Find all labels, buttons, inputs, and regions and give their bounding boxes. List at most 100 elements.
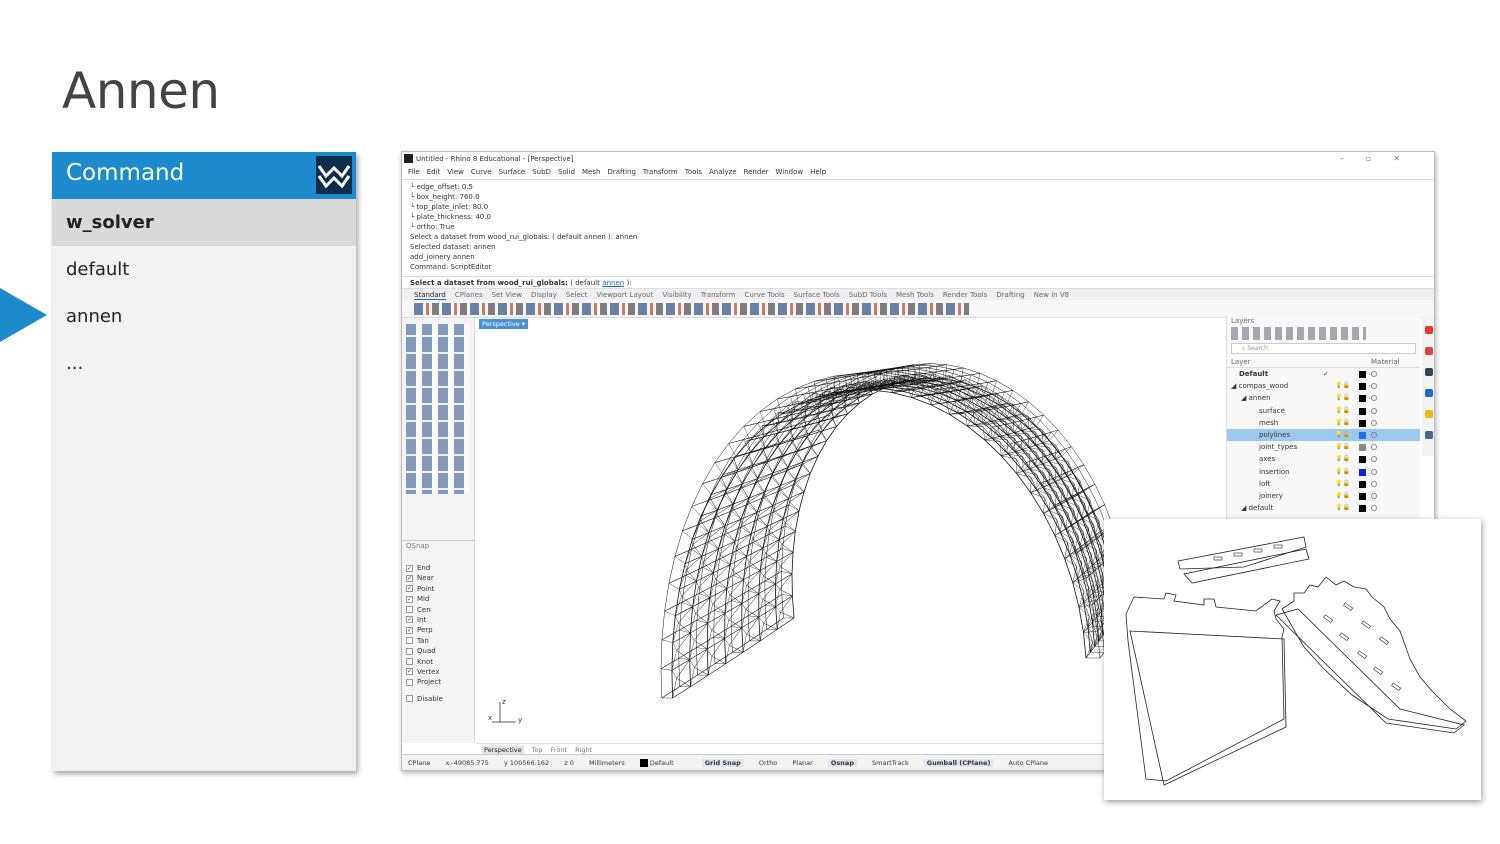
- layer-material-icon[interactable]: [1371, 480, 1377, 487]
- command-prompt[interactable]: Select a dataset from wood_rui_globals: …: [402, 276, 1434, 288]
- layer-color-swatch[interactable]: [1359, 395, 1366, 403]
- status-smarttrack[interactable]: SmartTrack: [872, 759, 909, 767]
- toolbar-tab-set-view[interactable]: Set View: [492, 291, 522, 299]
- osnap-checkbox[interactable]: ✓: [406, 585, 413, 593]
- layer-material-icon[interactable]: [1371, 431, 1377, 438]
- layer-row-default[interactable]: ◢ default 💡🔓: [1227, 502, 1420, 514]
- status-gumball[interactable]: Gumball (CPlane): [923, 759, 994, 767]
- layer-row-annen[interactable]: ◢ annen 💡🔓: [1227, 392, 1420, 404]
- osnap-point[interactable]: ✓ Point: [402, 584, 475, 594]
- osnap-checkbox[interactable]: ✓: [406, 668, 413, 676]
- status-layer[interactable]: Default: [639, 759, 687, 767]
- osnap-checkbox[interactable]: ✓: [406, 616, 413, 624]
- osnap-checkbox[interactable]: [406, 658, 413, 666]
- menu-help[interactable]: Help: [810, 168, 826, 176]
- status-planar[interactable]: Planar: [792, 759, 812, 767]
- menu-tools[interactable]: Tools: [685, 168, 702, 176]
- osnap-quad[interactable]: Quad: [402, 646, 475, 656]
- menu-mesh[interactable]: Mesh: [582, 168, 600, 176]
- command-item-w-solver[interactable]: w_solver: [52, 199, 356, 246]
- toolbar-tab-mesh-tools[interactable]: Mesh Tools: [896, 291, 934, 299]
- osnap-cen[interactable]: Cen: [402, 605, 475, 615]
- toolbar-tab-viewport-layout[interactable]: Viewport Layout: [596, 291, 653, 299]
- toolbar-tab-drafting[interactable]: Drafting: [996, 291, 1024, 299]
- osnap-perp[interactable]: ✓ Perp: [402, 625, 475, 635]
- window-controls[interactable]: –▫✕: [1340, 152, 1422, 166]
- right-panel-icons[interactable]: [1422, 316, 1434, 456]
- menu-edit[interactable]: Edit: [427, 168, 441, 176]
- layer-color-swatch[interactable]: [1359, 407, 1366, 415]
- layer-row-mesh[interactable]: mesh 💡🔓: [1227, 417, 1420, 429]
- layer-visibility-lock-icon[interactable]: 💡🔓: [1335, 380, 1350, 392]
- layer-material-icon[interactable]: [1371, 492, 1377, 499]
- layer-visibility-lock-icon[interactable]: 💡🔓: [1335, 490, 1350, 502]
- layer-visibility-lock-icon[interactable]: 💡🔓: [1335, 466, 1350, 478]
- layer-row-axes[interactable]: axes 💡🔓: [1227, 453, 1420, 465]
- osnap-checkbox[interactable]: ✓: [406, 564, 413, 572]
- osnap-project[interactable]: Project: [402, 677, 475, 687]
- menu-analyze[interactable]: Analyze: [709, 168, 737, 176]
- layer-material-icon[interactable]: [1371, 468, 1377, 475]
- status-cplane[interactable]: CPlane: [408, 759, 430, 767]
- layer-visibility-lock-icon[interactable]: 💡🔓: [1335, 417, 1350, 429]
- status-osnap[interactable]: Osnap: [827, 759, 857, 767]
- command-item-annen[interactable]: annen: [52, 293, 356, 340]
- toolbar-tab-curve-tools[interactable]: Curve Tools: [745, 291, 785, 299]
- osnap-checkbox[interactable]: [406, 678, 413, 686]
- menu-transform[interactable]: Transform: [643, 168, 678, 176]
- status-auto-cplane[interactable]: Auto CPlane: [1009, 759, 1049, 767]
- toolbar-tab-subd-tools[interactable]: SubD Tools: [849, 291, 887, 299]
- layer-material-icon[interactable]: [1371, 444, 1377, 451]
- viewport-tab-right[interactable]: Right: [575, 746, 592, 754]
- layer-visibility-lock-icon[interactable]: 💡🔓: [1335, 392, 1350, 404]
- osnap-int[interactable]: ✓ Int: [402, 615, 475, 625]
- toolbar-tab-display[interactable]: Display: [531, 291, 557, 299]
- modeling-tool-icons[interactable]: [406, 324, 470, 494]
- layer-row-Default[interactable]: Default ✓: [1227, 368, 1420, 380]
- layer-row-compas-wood[interactable]: ◢ compas_wood 💡🔓: [1227, 380, 1420, 392]
- osnap-checkbox[interactable]: ✓: [406, 574, 413, 582]
- menu-drafting[interactable]: Drafting: [607, 168, 635, 176]
- osnap-checkbox[interactable]: [406, 606, 413, 614]
- menu-window[interactable]: Window: [776, 168, 804, 176]
- layer-color-swatch[interactable]: [1359, 383, 1366, 391]
- layer-color-swatch[interactable]: [1359, 371, 1366, 378]
- layer-visibility-lock-icon[interactable]: 💡🔓: [1335, 441, 1350, 453]
- viewport-tab-top[interactable]: Top: [532, 746, 543, 754]
- layer-visibility-lock-icon[interactable]: 💡🔓: [1335, 502, 1350, 514]
- toolbar-tab-visibility[interactable]: Visibility: [662, 291, 691, 299]
- viewport-tab-perspective[interactable]: Perspective: [482, 746, 524, 754]
- osnap-knot[interactable]: Knot: [402, 657, 475, 667]
- osnap-vertex[interactable]: ✓ Vertex: [402, 667, 475, 677]
- layer-material-icon[interactable]: [1371, 456, 1377, 463]
- layer-row-surface[interactable]: surface 💡🔓: [1227, 405, 1420, 417]
- layers-search-input[interactable]: ⌕ Search: [1231, 343, 1416, 354]
- layers-tool-icons[interactable]: [1231, 327, 1366, 340]
- layer-color-swatch[interactable]: [1359, 480, 1366, 488]
- osnap-tan[interactable]: Tan: [402, 636, 475, 646]
- layer-color-swatch[interactable]: [1359, 431, 1366, 439]
- layer-color-swatch[interactable]: [1359, 444, 1366, 452]
- menu-subd[interactable]: SubD: [532, 168, 551, 176]
- toolbar-tab-standard[interactable]: Standard: [414, 291, 446, 300]
- menu-file[interactable]: File: [408, 168, 420, 176]
- toolbar-icons[interactable]: [414, 303, 969, 315]
- layer-visibility-lock-icon[interactable]: 💡🔓: [1335, 478, 1350, 490]
- layer-material-icon[interactable]: [1371, 371, 1377, 377]
- osnap-end[interactable]: ✓ End: [402, 563, 475, 573]
- command-item-more[interactable]: ...: [52, 340, 356, 387]
- layer-material-icon[interactable]: [1371, 407, 1377, 414]
- toolbar-tab-new-in-v8[interactable]: New in V8: [1034, 291, 1069, 299]
- toolbar-tab-select[interactable]: Select: [566, 291, 588, 299]
- menu-render[interactable]: Render: [744, 168, 769, 176]
- layer-color-swatch[interactable]: [1359, 468, 1366, 476]
- menu-view[interactable]: View: [447, 168, 464, 176]
- toolbar-tab-render-tools[interactable]: Render Tools: [943, 291, 987, 299]
- osnap-checkbox[interactable]: [406, 647, 413, 655]
- layer-material-icon[interactable]: [1371, 395, 1377, 402]
- menu-curve[interactable]: Curve: [471, 168, 492, 176]
- layer-row-joinery[interactable]: joinery 💡🔓: [1227, 490, 1420, 502]
- toolbar-tab-transform[interactable]: Transform: [701, 291, 736, 299]
- viewport-tab-front[interactable]: Front: [551, 746, 567, 754]
- layer-material-icon[interactable]: [1371, 383, 1377, 390]
